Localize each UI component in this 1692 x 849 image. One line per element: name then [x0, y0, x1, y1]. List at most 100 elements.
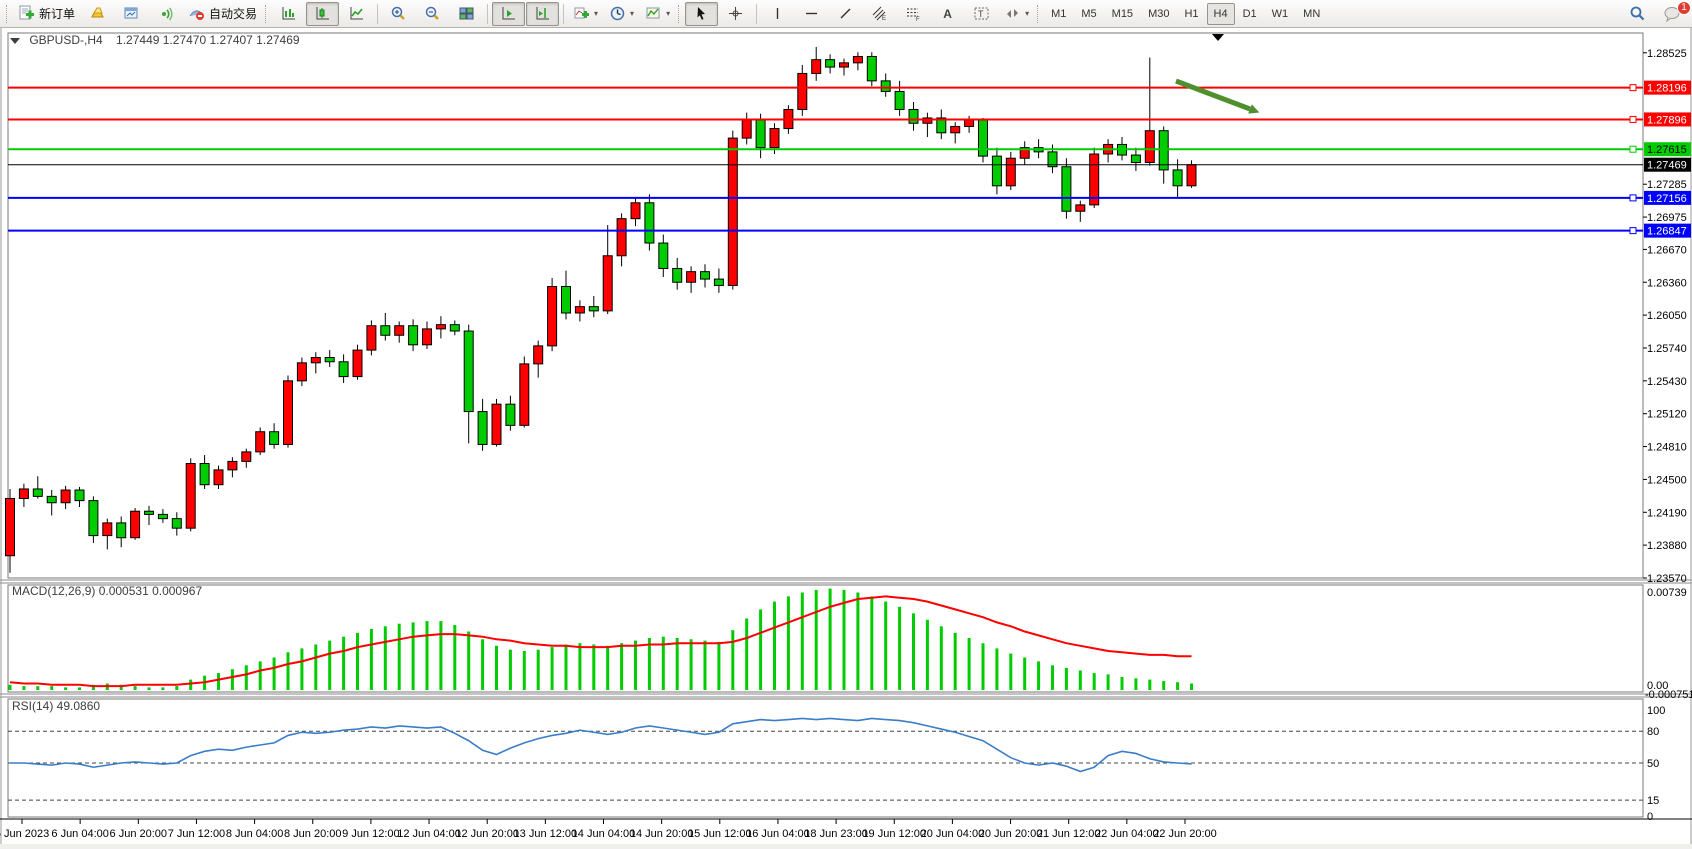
candle[interactable]	[687, 272, 696, 283]
candle[interactable]	[436, 325, 445, 329]
candle[interactable]	[492, 404, 501, 444]
signals-button[interactable]	[149, 2, 182, 26]
candle[interactable]	[1062, 167, 1071, 212]
toolbar-grip[interactable]	[678, 5, 682, 23]
indicators-button[interactable]: ▾	[568, 2, 603, 26]
candle[interactable]	[826, 60, 835, 67]
line-chart-mode-button[interactable]	[340, 2, 373, 26]
timeframe-m1-button[interactable]: M1	[1044, 3, 1073, 25]
candle[interactable]	[172, 519, 181, 529]
candle[interactable]	[895, 91, 904, 109]
periods-button[interactable]: ▾	[604, 2, 639, 26]
candle[interactable]	[534, 346, 543, 364]
candle[interactable]	[214, 470, 223, 485]
candle[interactable]	[575, 307, 584, 313]
quotes-button[interactable]	[81, 2, 114, 26]
candle[interactable]	[881, 81, 890, 92]
text-label-tool-button[interactable]: T	[965, 2, 998, 26]
candle[interactable]	[228, 461, 237, 469]
bar-chart-mode-button[interactable]	[272, 2, 305, 26]
candle[interactable]	[1187, 165, 1196, 186]
candle[interactable]	[117, 523, 126, 538]
candle[interactable]	[478, 412, 487, 445]
timeframe-h1-button[interactable]: H1	[1177, 3, 1205, 25]
candle[interactable]	[339, 362, 348, 377]
candle[interactable]	[423, 329, 432, 345]
timeframe-h4-button[interactable]: H4	[1207, 3, 1235, 25]
candle[interactable]	[603, 256, 612, 311]
candle[interactable]	[6, 499, 15, 556]
candle[interactable]	[19, 489, 28, 499]
zoom-out-button[interactable]	[416, 2, 449, 26]
candle[interactable]	[506, 404, 515, 425]
candle[interactable]	[186, 464, 195, 529]
candle[interactable]	[853, 56, 862, 62]
candle[interactable]	[1131, 155, 1140, 162]
candle[interactable]	[589, 307, 598, 311]
candle[interactable]	[673, 268, 682, 282]
candle[interactable]	[742, 120, 751, 138]
horizontal-line-tool-button[interactable]	[795, 2, 828, 26]
toolbar-grip[interactable]	[1037, 5, 1041, 23]
fibonacci-tool-button[interactable]: F	[897, 2, 930, 26]
auto-scroll-button[interactable]	[492, 2, 525, 26]
timeframe-d1-button[interactable]: D1	[1236, 3, 1264, 25]
candle[interactable]	[284, 381, 293, 445]
candle[interactable]	[1076, 205, 1085, 211]
candle[interactable]	[840, 63, 849, 67]
crosshair-button[interactable]	[719, 2, 752, 26]
toolbar-grip[interactable]	[6, 5, 10, 23]
timeframe-m15-button[interactable]: M15	[1105, 3, 1140, 25]
candle[interactable]	[728, 138, 737, 285]
one-click-trading-arrow-icon[interactable]	[10, 38, 20, 44]
candle[interactable]	[409, 326, 418, 345]
candlestick-mode-button[interactable]	[306, 2, 339, 26]
candle[interactable]	[311, 358, 320, 363]
candle[interactable]	[548, 287, 557, 346]
candle[interactable]	[701, 272, 710, 279]
equidistant-channel-tool-button[interactable]: E	[863, 2, 896, 26]
candle[interactable]	[256, 432, 265, 452]
candle[interactable]	[103, 523, 112, 536]
candle[interactable]	[798, 73, 807, 109]
candle[interactable]	[325, 358, 334, 362]
candle[interactable]	[992, 156, 1001, 186]
notifications-button[interactable]: 1	[1655, 2, 1688, 26]
candle[interactable]	[297, 363, 306, 381]
candle[interactable]	[867, 56, 876, 80]
candle[interactable]	[1006, 158, 1015, 186]
candle[interactable]	[145, 511, 154, 514]
candle[interactable]	[951, 126, 960, 132]
candle[interactable]	[75, 490, 84, 501]
candle[interactable]	[965, 120, 974, 126]
candle[interactable]	[659, 243, 668, 268]
candle[interactable]	[89, 501, 98, 536]
search-button[interactable]	[1621, 2, 1654, 26]
market-watch-button[interactable]	[115, 2, 148, 26]
auto-trading-button[interactable]: 自动交易	[183, 2, 262, 26]
candle[interactable]	[270, 432, 279, 445]
shapes-tool-button[interactable]: ▾	[999, 2, 1034, 26]
candle[interactable]	[770, 129, 779, 148]
tile-windows-button[interactable]	[450, 2, 483, 26]
chart-shift-button[interactable]	[526, 2, 559, 26]
timeframe-m5-button[interactable]: M5	[1074, 3, 1103, 25]
candle[interactable]	[631, 203, 640, 219]
candle[interactable]	[756, 120, 765, 148]
candle[interactable]	[450, 325, 459, 331]
candle[interactable]	[714, 279, 723, 285]
candle[interactable]	[367, 326, 376, 350]
templates-button[interactable]: ▾	[640, 2, 675, 26]
vertical-line-tool-button[interactable]	[761, 2, 794, 26]
text-tool-button[interactable]: A	[931, 2, 964, 26]
zoom-in-button[interactable]	[382, 2, 415, 26]
candle[interactable]	[353, 350, 362, 377]
cursor-button[interactable]	[685, 2, 718, 26]
candle[interactable]	[158, 514, 167, 518]
candle[interactable]	[200, 464, 209, 485]
candle[interactable]	[562, 287, 571, 314]
candle[interactable]	[520, 364, 529, 425]
candle[interactable]	[33, 489, 42, 496]
timeframe-m30-button[interactable]: M30	[1141, 3, 1176, 25]
candle[interactable]	[131, 511, 140, 537]
